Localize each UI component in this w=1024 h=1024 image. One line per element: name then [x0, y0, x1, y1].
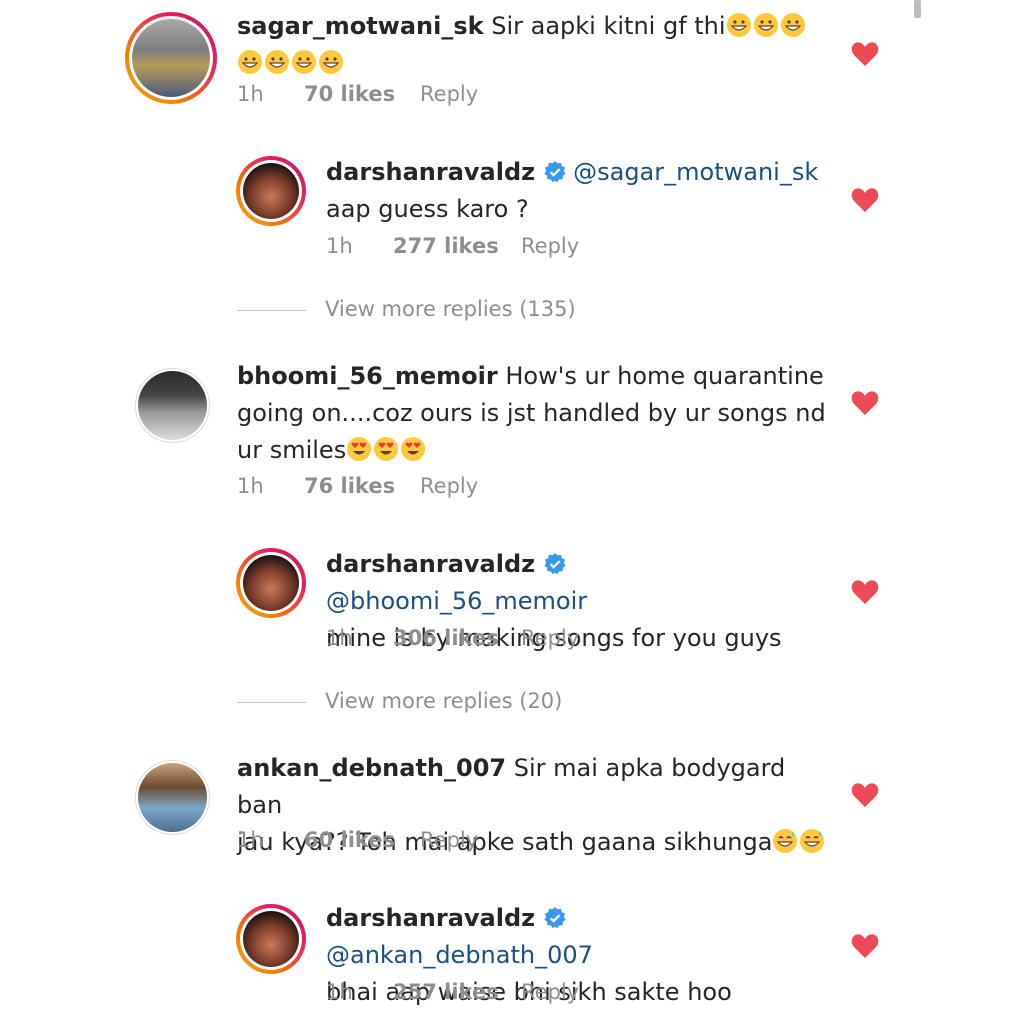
username[interactable]: ankan_debnath_007 — [237, 754, 506, 782]
avatar[interactable] — [236, 548, 306, 618]
mention-link[interactable]: @bhoomi_56_memoir — [326, 587, 587, 615]
timestamp: 1h — [326, 980, 353, 1004]
likes-count[interactable]: 76 likes — [304, 474, 395, 498]
comment-text: darshanravaldz @sagar_motwani_sk aap gues… — [326, 154, 826, 228]
heart-icon[interactable] — [851, 41, 879, 67]
timestamp: 1h — [326, 234, 353, 258]
heart-icon[interactable] — [851, 933, 879, 959]
comment-message: ur smiles — [237, 436, 347, 464]
heart-icon[interactable] — [851, 579, 879, 605]
timestamp: 1h — [237, 474, 264, 498]
username[interactable]: darshanravaldz — [326, 904, 535, 932]
heart-icon[interactable] — [851, 187, 879, 213]
username[interactable]: sagar_motwani_sk — [237, 12, 484, 40]
reply-button[interactable]: Reply — [521, 626, 579, 650]
likes-count[interactable]: 70 likes — [304, 82, 395, 106]
heart-eyes-icon — [346, 436, 427, 464]
avatar[interactable] — [135, 368, 210, 443]
timestamp: 1h — [326, 626, 353, 650]
avatar[interactable] — [236, 156, 306, 226]
grinning-sweat-icon — [772, 828, 826, 856]
reply-button[interactable]: Reply — [420, 828, 478, 852]
scrollbar-thumb[interactable] — [914, 0, 921, 18]
reply-button[interactable]: Reply — [521, 980, 579, 1004]
username[interactable]: darshanravaldz — [326, 158, 535, 186]
comment-text: bhoomi_56_memoir How's ur home quarantin… — [237, 358, 837, 469]
verified-badge-icon — [535, 158, 573, 186]
reply-button[interactable]: Reply — [420, 82, 478, 106]
comment-text: sagar_motwani_sk Sir aapki kitni gf thi — [237, 8, 817, 82]
reply-button[interactable]: Reply — [420, 474, 478, 498]
username[interactable]: bhoomi_56_memoir — [237, 362, 498, 390]
heart-icon[interactable] — [851, 782, 879, 808]
heart-icon[interactable] — [851, 390, 879, 416]
avatar[interactable] — [135, 760, 210, 835]
likes-count[interactable]: 257 likes — [393, 980, 499, 1004]
timestamp: 1h — [237, 828, 264, 852]
comment-message: How's ur home quarantine — [505, 362, 824, 390]
comment-message: aap guess karo ? — [326, 195, 529, 223]
mention-link[interactable]: @sagar_motwani_sk — [573, 158, 818, 186]
comment-message: Sir aapki kitni gf thi — [491, 12, 726, 40]
likes-count[interactable]: 60 likes — [304, 828, 395, 852]
reply-button[interactable]: Reply — [521, 234, 579, 258]
avatar[interactable] — [125, 12, 217, 104]
mention-link[interactable]: @ankan_debnath_007 — [326, 941, 593, 969]
verified-badge-icon — [535, 904, 573, 932]
verified-badge-icon — [535, 550, 573, 578]
comment-message: going on....coz ours is jst handled by u… — [237, 399, 826, 427]
username[interactable]: darshanravaldz — [326, 550, 535, 578]
likes-count[interactable]: 277 likes — [393, 234, 499, 258]
likes-count[interactable]: 306 likes — [393, 626, 499, 650]
avatar[interactable] — [236, 904, 306, 974]
timestamp: 1h — [237, 82, 264, 106]
